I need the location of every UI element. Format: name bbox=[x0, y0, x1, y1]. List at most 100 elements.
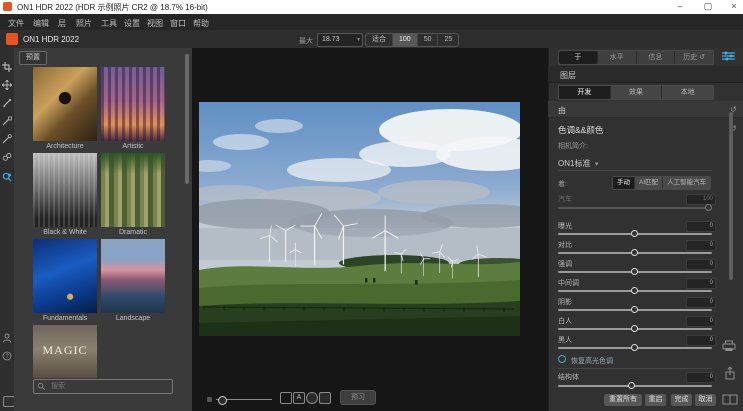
zoom-25-button[interactable]: 25 bbox=[438, 34, 458, 46]
menu-item-settings[interactable]: 设置 bbox=[124, 18, 140, 29]
recover-highlights-radio[interactable] bbox=[558, 355, 566, 363]
tab-develop[interactable]: 开发 bbox=[559, 86, 611, 99]
whites-slider[interactable] bbox=[558, 328, 712, 330]
close-button[interactable]: × bbox=[726, 0, 742, 13]
masking-brush-tool-icon[interactable] bbox=[2, 116, 12, 126]
preset-item[interactable]: Artistic bbox=[101, 67, 165, 150]
shadows-slider-handle[interactable] bbox=[631, 306, 638, 313]
compare-view-icon[interactable] bbox=[280, 392, 292, 404]
menu-item-edit[interactable]: 编辑 bbox=[33, 18, 49, 29]
preset-item[interactable]: Dramatic bbox=[101, 153, 165, 236]
preset-label: Dramatic bbox=[101, 227, 165, 236]
exposure-slider[interactable] bbox=[558, 233, 712, 235]
preset-thumbnail-fundamentals[interactable] bbox=[33, 239, 97, 313]
presets-scrollbar[interactable] bbox=[185, 54, 189, 184]
reset-all-button[interactable]: 重置所有 bbox=[604, 394, 642, 406]
preview-button[interactable]: 预习 bbox=[340, 390, 376, 405]
preset-thumbnail-artistic[interactable] bbox=[101, 67, 165, 141]
tone-ai-auto-button[interactable]: 人工智能汽车 bbox=[663, 177, 710, 189]
preset-item[interactable]: Landscape bbox=[101, 239, 165, 322]
preset-thumbnail-architecture[interactable] bbox=[33, 67, 97, 141]
highlights-slider[interactable] bbox=[558, 271, 712, 273]
photo-wind-turbines[interactable] bbox=[199, 102, 520, 336]
preset-item[interactable]: MAGIC bbox=[33, 325, 97, 378]
user-account-icon[interactable] bbox=[2, 333, 12, 343]
window-title: ON1 HDR 2022 (HDR 示例照片 CR2 @ 18.7% 16-bi… bbox=[17, 2, 208, 13]
camera-profile-dropdown[interactable]: ON1标准 ▾ bbox=[558, 153, 598, 171]
midtones-slider[interactable] bbox=[558, 290, 712, 292]
shadows-label: 阴影 bbox=[558, 297, 572, 307]
fit-button[interactable]: 适合 bbox=[366, 34, 393, 46]
zoom-50-button[interactable]: 50 bbox=[418, 34, 439, 46]
blacks-slider[interactable] bbox=[558, 347, 712, 349]
zoom-value-dropdown[interactable]: 18.73 ▾ bbox=[317, 33, 363, 47]
focus-mask-icon[interactable]: A bbox=[293, 392, 305, 404]
menu-item-window[interactable]: 窗口 bbox=[170, 18, 186, 29]
tab-effects[interactable]: 效果 bbox=[611, 86, 663, 99]
refine-mask-tool-icon[interactable] bbox=[2, 152, 12, 162]
minimize-button[interactable]: – bbox=[672, 0, 688, 13]
clipping-view-icon[interactable] bbox=[306, 392, 318, 404]
blacks-slider-handle[interactable] bbox=[631, 344, 638, 351]
preset-item[interactable]: Black & White bbox=[33, 153, 97, 236]
tone-ai-match-button[interactable]: AI匹配 bbox=[635, 177, 663, 189]
menu-item-tools[interactable]: 工具 bbox=[101, 18, 117, 29]
tab-layers[interactable]: 于 bbox=[559, 51, 598, 64]
preset-search-box[interactable] bbox=[33, 379, 173, 394]
preset-item[interactable]: Fundamentals bbox=[33, 239, 97, 322]
preset-thumbnail-black-white[interactable] bbox=[33, 153, 97, 227]
menu-item-view[interactable]: 视图 bbox=[147, 18, 163, 29]
adjustments-icon[interactable] bbox=[722, 51, 735, 61]
preset-search-input[interactable] bbox=[49, 382, 163, 391]
presets-button[interactable]: 预置 bbox=[19, 51, 47, 65]
perfect-eraser-tool-icon[interactable] bbox=[2, 134, 12, 144]
paint-brush-tool-icon[interactable] bbox=[2, 98, 12, 108]
maximize-button[interactable]: ▢ bbox=[700, 0, 716, 13]
preset-thumbnail-landscape[interactable] bbox=[101, 239, 165, 313]
menu-item-photo[interactable]: 照片 bbox=[76, 18, 92, 29]
structure-slider[interactable] bbox=[558, 385, 712, 387]
tab-local[interactable]: 本地 bbox=[662, 86, 713, 99]
menu-item-layer[interactable]: 层 bbox=[58, 18, 66, 29]
exposure-slider-handle[interactable] bbox=[631, 230, 638, 237]
tab-history[interactable]: 历史 ↺ bbox=[675, 51, 713, 64]
layers-section-bar[interactable]: 图层 bbox=[548, 66, 743, 83]
edit-mode-tabs: 开发 效果 本地 bbox=[558, 85, 714, 100]
reset-icon: ↺ bbox=[697, 54, 705, 61]
preset-item[interactable]: Architecture bbox=[33, 67, 97, 150]
cancel-button[interactable]: 取消 bbox=[695, 394, 716, 406]
on1-app-logo-icon bbox=[6, 33, 18, 45]
tab-histogram[interactable]: 水平 bbox=[598, 51, 637, 64]
tab-info[interactable]: 信息 bbox=[637, 51, 676, 64]
export-icon[interactable] bbox=[724, 366, 736, 380]
chevron-down-icon: ▾ bbox=[357, 34, 360, 46]
zoom-out-icon[interactable] bbox=[207, 397, 212, 402]
menu-item-file[interactable]: 文件 bbox=[8, 18, 24, 29]
zoom-100-button[interactable]: 100 bbox=[393, 34, 418, 46]
split-view-icon[interactable] bbox=[722, 394, 738, 405]
contrast-slider[interactable] bbox=[558, 252, 712, 254]
done-button[interactable]: 完成 bbox=[671, 394, 692, 406]
show-mask-icon[interactable] bbox=[319, 392, 331, 404]
crop-tool-icon[interactable] bbox=[2, 62, 12, 72]
structure-slider-handle[interactable] bbox=[628, 382, 635, 389]
view-zoom-tool-icon[interactable] bbox=[2, 172, 12, 182]
midtones-slider-handle[interactable] bbox=[631, 287, 638, 294]
tone-color-header[interactable]: 色调&&颜色 ↺ bbox=[548, 120, 743, 136]
thumbnail-zoom-slider-handle[interactable] bbox=[218, 396, 227, 405]
move-tool-icon[interactable] bbox=[2, 80, 12, 90]
right-panel-scrollbar[interactable] bbox=[729, 112, 733, 280]
preset-label: Black & White bbox=[33, 227, 97, 236]
highlights-slider-handle[interactable] bbox=[631, 268, 638, 275]
preset-thumbnail-magic[interactable]: MAGIC bbox=[33, 325, 97, 378]
menu-item-help[interactable]: 帮助 bbox=[193, 18, 209, 29]
shadows-slider[interactable] bbox=[558, 309, 712, 311]
preset-thumbnail-dramatic[interactable] bbox=[101, 153, 165, 227]
reset-button[interactable]: 重启 bbox=[645, 394, 666, 406]
print-icon[interactable] bbox=[721, 340, 737, 352]
contrast-slider-handle[interactable] bbox=[631, 249, 638, 256]
help-icon[interactable]: ? bbox=[2, 351, 12, 361]
tone-manual-button[interactable]: 手动 bbox=[613, 177, 635, 189]
whites-slider-handle[interactable] bbox=[631, 325, 638, 332]
pane-header[interactable]: 由 ↺ bbox=[548, 101, 743, 118]
